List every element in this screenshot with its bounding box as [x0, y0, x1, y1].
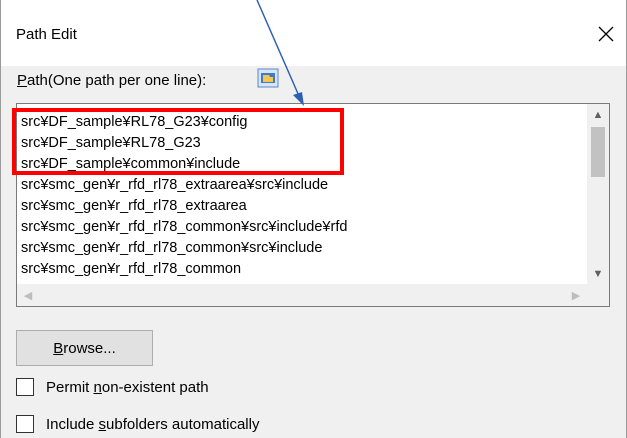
permit-nonexistent-checkbox[interactable] [16, 378, 34, 396]
browse-button[interactable]: Browse... [16, 330, 153, 366]
path-line: src¥smc_gen¥r_rfd_rl78_common¥src¥includ… [21, 219, 348, 235]
close-button[interactable] [586, 14, 626, 54]
path-line: src¥smc_gen¥r_rfd_rl78_common [21, 261, 242, 277]
path-line: src¥smc_gen¥r_rfd_rl78_extraarea [21, 198, 247, 214]
permit-nonexistent-option[interactable]: Permit non-existent path [16, 376, 209, 398]
path-line: src¥smc_gen¥r_rfd_rl78_extraarea¥src¥inc… [21, 177, 329, 193]
scroll-down-icon[interactable]: ▼ [587, 263, 609, 285]
path-line: src¥DF_sample¥RL78_G23¥config [21, 114, 248, 130]
scroll-thumb[interactable] [591, 127, 605, 177]
include-subfolders-label: Include subfolders automatically [46, 415, 260, 433]
horizontal-scrollbar[interactable]: ◀ ▶ [17, 284, 587, 306]
path-line: src¥DF_sample¥common¥include [21, 156, 241, 172]
scroll-left-icon[interactable]: ◀ [17, 284, 39, 306]
scrollbar-corner [587, 284, 609, 306]
permit-nonexistent-label: Permit non-existent path [46, 378, 209, 396]
folder-browse-icon [257, 68, 279, 88]
path-label: Path(One path per one line): [17, 72, 207, 89]
include-subfolders-option[interactable]: Include subfolders automatically [16, 413, 259, 435]
path-edit-dialog: Path Edit Path(One path per one line): s… [0, 0, 627, 438]
scroll-up-icon[interactable]: ▲ [587, 104, 609, 126]
title-bar: Path Edit [1, 0, 626, 66]
path-line: src¥DF_sample¥RL78_G23 [21, 135, 201, 151]
path-line: src¥smc_gen¥r_rfd_rl78_common¥src¥includ… [21, 240, 323, 256]
close-icon [598, 26, 614, 42]
folder-browse-button[interactable] [257, 68, 279, 88]
include-subfolders-checkbox[interactable] [16, 415, 34, 433]
dialog-title: Path Edit [16, 26, 77, 43]
path-lines: src¥DF_sample¥RL78_G23¥config src¥DF_samp… [21, 112, 347, 280]
scroll-right-icon[interactable]: ▶ [565, 284, 587, 306]
path-list-textarea[interactable]: src¥DF_sample¥RL78_G23¥config src¥DF_samp… [16, 103, 610, 307]
vertical-scrollbar[interactable]: ▲ ▼ [587, 104, 609, 285]
